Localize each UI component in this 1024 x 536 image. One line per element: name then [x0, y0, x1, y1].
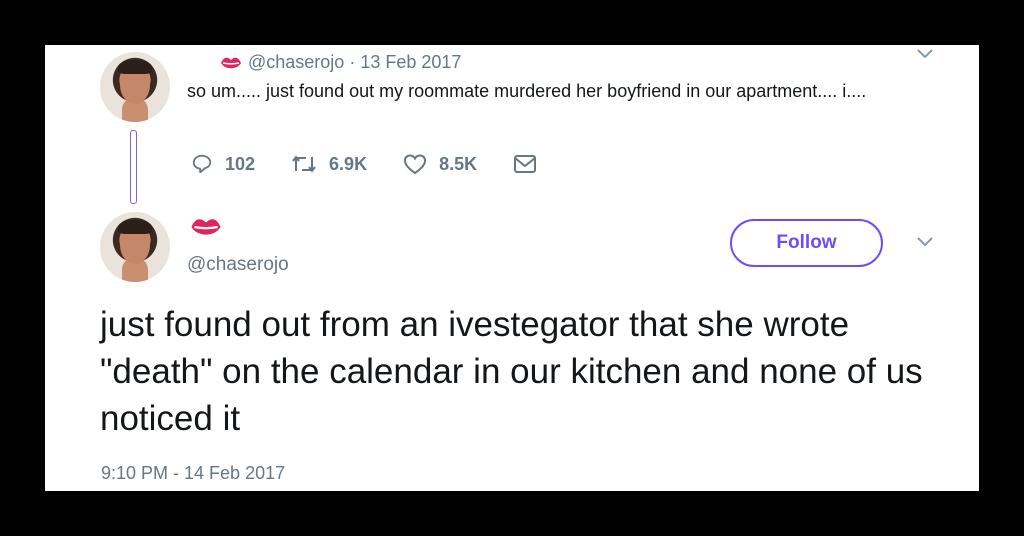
retweet-count: 6.9K	[329, 153, 368, 174]
reply-count: 102	[225, 153, 256, 174]
tweet2-handle[interactable]: @chaserojo	[187, 254, 289, 276]
follow-button[interactable]: Follow	[730, 219, 883, 267]
avatar[interactable]	[100, 212, 170, 282]
tweet1-actions: 102 6.9K 8.5K	[191, 149, 585, 179]
lips-icon	[190, 215, 222, 244]
like-button[interactable]: 8.5K	[403, 153, 477, 175]
like-count: 8.5K	[439, 153, 478, 174]
avatar[interactable]	[100, 52, 170, 122]
separator: ·	[349, 52, 356, 72]
reply-button[interactable]: 102	[191, 153, 255, 175]
tweet1-handle[interactable]: @chaserojo	[248, 52, 344, 72]
tweet1-text: so um..... just found out my roommate mu…	[187, 81, 867, 101]
message-button[interactable]	[513, 154, 549, 174]
tweet1-header: @chaserojo · 13 Feb 2017	[220, 52, 461, 76]
tweet2-timestamp[interactable]: 9:10 PM - 14 Feb 2017	[101, 463, 285, 484]
retweet-icon	[292, 155, 316, 173]
tweet1-date[interactable]: 13 Feb 2017	[360, 52, 461, 72]
lips-icon	[220, 55, 242, 76]
thread-line	[130, 130, 137, 204]
tweet-card: @chaserojo · 13 Feb 2017 so um..... just…	[45, 45, 979, 491]
message-icon	[514, 155, 537, 173]
retweet-button[interactable]: 6.9K	[291, 153, 367, 175]
reply-icon	[192, 154, 212, 174]
tweet2-text: just found out from an ivestegator that …	[100, 305, 923, 438]
chevron-down-icon[interactable]	[915, 235, 935, 254]
chevron-down-icon[interactable]	[915, 47, 935, 66]
like-icon	[404, 154, 427, 175]
